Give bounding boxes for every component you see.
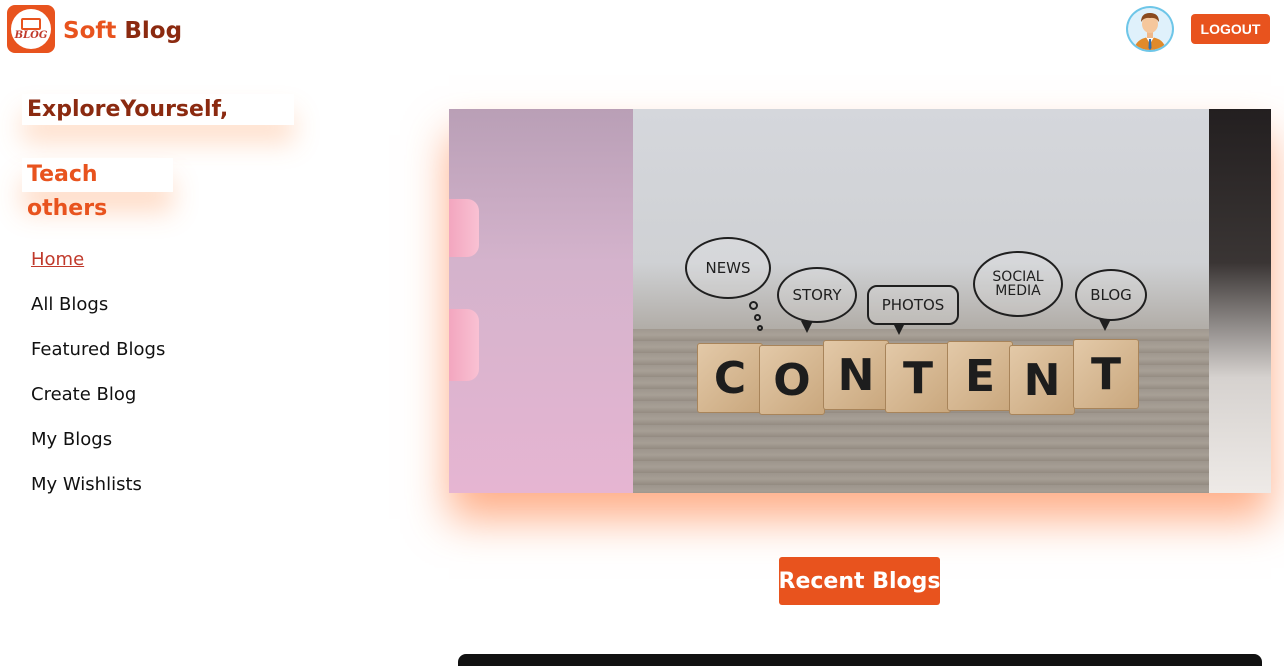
letter-cube: N [1009,345,1075,415]
letter-cube: N [823,340,889,410]
sidebar-nav: Home All Blogs Featured Blogs Create Blo… [31,246,165,516]
hero-carousel[interactable]: NEWS STORY PHOTOS SOCIAL MEDIA BLOG C O … [449,109,1271,493]
letter-cube: C [697,343,763,413]
bubble-tail [1099,319,1111,331]
nav-create-blog[interactable]: Create Blog [31,381,165,426]
logout-button[interactable]: LOGOUT [1191,14,1270,44]
letter-cube: T [1073,339,1139,409]
nav-home[interactable]: Home [31,246,165,291]
nav-featured-blogs[interactable]: Featured Blogs [31,336,165,381]
letter-cube: O [759,345,825,415]
nav-my-wishlists[interactable]: My Wishlists [31,471,165,516]
bubble-tail [893,323,905,335]
letter-cube: E [947,341,1013,411]
brand-second: Blog [124,18,183,44]
nav-my-blogs[interactable]: My Blogs [31,426,165,471]
bubble-story: STORY [777,267,857,323]
brand-name[interactable]: Soft Blog [63,14,182,48]
letter-cube: T [885,343,951,413]
pink-shape [449,199,479,257]
avatar-person-icon [1134,13,1166,50]
bubble-news: NEWS [685,237,771,299]
tagline-line2: Teach others [22,158,173,221]
nav-all-blogs[interactable]: All Blogs [31,291,165,336]
tagline-line1: ExploreYourself, [22,94,294,125]
bubble-tail [801,321,813,333]
brand-first: Soft [63,18,117,44]
bubble-social-media: SOCIAL MEDIA [973,251,1063,317]
thought-dot [749,301,758,310]
bubble-blog: BLOG [1075,269,1147,321]
laptop-icon [21,17,41,30]
carousel-next-slide [1209,109,1271,493]
user-avatar[interactable] [1126,6,1174,52]
logo[interactable]: BLOG [7,5,55,53]
pink-shape [449,309,479,381]
carousel-current-slide: NEWS STORY PHOTOS SOCIAL MEDIA BLOG C O … [633,109,1209,493]
logo-text: BLOG [14,29,48,41]
bubble-photos: PHOTOS [867,285,959,325]
recent-blogs-heading: Recent Blogs [779,557,940,605]
blog-card[interactable] [458,654,1262,666]
thought-dot [757,325,763,331]
logo-badge: BLOG [11,9,51,49]
thought-dot [754,314,761,321]
carousel-prev-slide [449,109,633,493]
